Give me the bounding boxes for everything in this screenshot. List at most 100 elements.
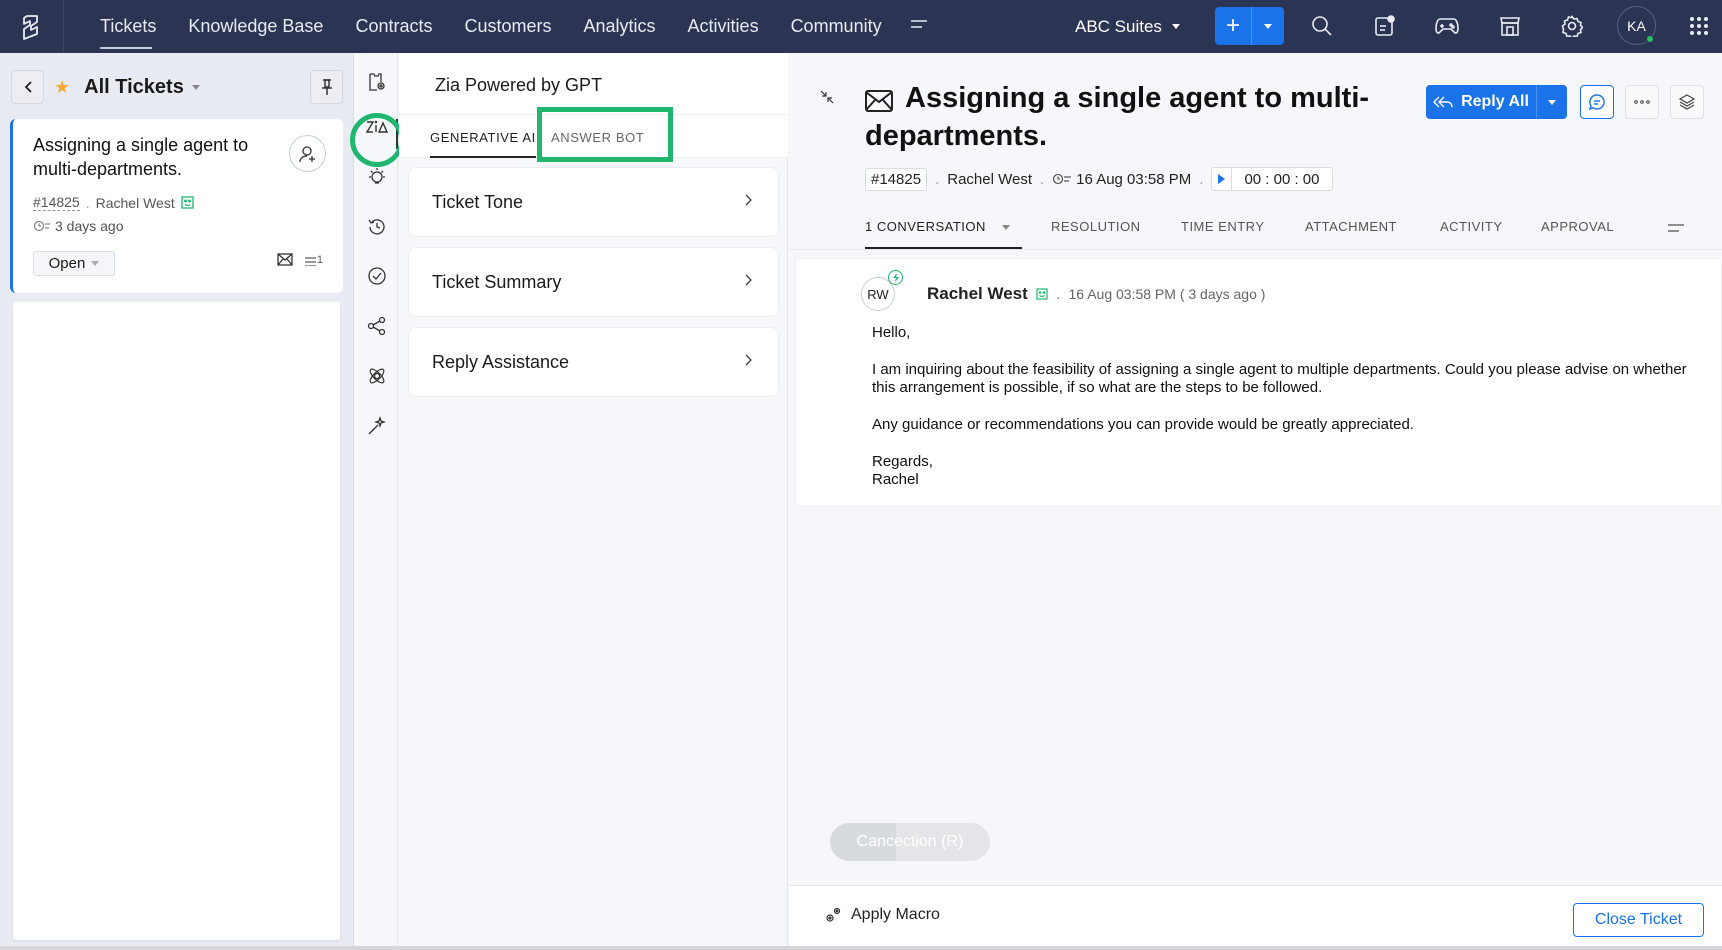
timer-value: 00 : 00 : 00	[1244, 170, 1320, 188]
nav-knowledge-base[interactable]: Knowledge Base	[172, 0, 339, 53]
back-button[interactable]	[11, 70, 44, 104]
contact-name[interactable]: Rachel West	[96, 195, 175, 211]
history-icon[interactable]	[364, 214, 390, 240]
ticket-meta-row: #14825 . Rachel West . 16 Aug 03:58 PM .…	[865, 167, 1333, 191]
nav-customers[interactable]: Customers	[448, 0, 567, 53]
right-rail	[355, 53, 398, 950]
tab-resolution[interactable]: RESOLUTION	[1051, 219, 1141, 234]
created-time: 16 Aug 03:58 PM	[1076, 170, 1192, 188]
notifications-icon[interactable]	[1370, 11, 1400, 41]
search-icon[interactable]	[1307, 11, 1337, 41]
status-value: Open	[48, 255, 86, 272]
conversation-thread: RW Rachel West . 16 Aug 03:58 PM ( 3 day…	[795, 258, 1722, 507]
chevron-left-icon	[24, 81, 32, 93]
channel-badge-icon	[888, 270, 903, 285]
comment-icon	[1588, 94, 1605, 111]
message-body: Hello, I am inquiring about the feasibil…	[872, 324, 1687, 488]
ticket-card[interactable]: Assigning a single agent to multi-depart…	[10, 119, 343, 293]
add-icon[interactable]: +	[1215, 7, 1252, 45]
user-avatar[interactable]: KA	[1617, 6, 1656, 45]
apps-grid-icon[interactable]	[1684, 11, 1714, 41]
comment-button[interactable]	[1580, 85, 1614, 119]
ticket-tabs: 1 CONVERSATION RESOLUTION TIME ENTRY ATT…	[789, 203, 1722, 250]
top-navigation: Tickets Knowledge Base Contracts Custome…	[0, 0, 1722, 53]
message-timestamp: 16 Aug 03:58 PM ( 3 days ago )	[1068, 286, 1266, 302]
assign-agent-button[interactable]	[289, 135, 326, 172]
star-icon[interactable]: ★	[54, 77, 70, 98]
ticket-id[interactable]: #14825	[33, 194, 80, 211]
chevron-right-icon	[744, 273, 778, 292]
zia-item-ticket-summary[interactable]: Ticket Summary	[408, 247, 779, 317]
tab-conversation[interactable]: 1 CONVERSATION	[865, 219, 1023, 249]
zia-item-ticket-tone[interactable]: Ticket Tone	[408, 167, 779, 237]
layers-icon	[1679, 94, 1695, 110]
settings-icon[interactable]	[1557, 11, 1587, 41]
nav-activities[interactable]: Activities	[672, 0, 775, 53]
magic-wand-icon[interactable]	[364, 413, 390, 439]
ticket-settings-icon[interactable]	[364, 69, 390, 95]
layers-button[interactable]	[1670, 85, 1704, 119]
desk-logo-icon[interactable]	[0, 0, 64, 53]
atom-icon[interactable]	[364, 363, 390, 389]
ticket-list-panel: ★ All Tickets Assigning a single agent t…	[0, 53, 354, 950]
contact-name[interactable]: Rachel West	[947, 171, 1032, 188]
ticket-detail: Assigning a single agent to multi-depart…	[789, 53, 1722, 950]
chevron-down-icon	[1002, 225, 1011, 231]
gamescope-icon[interactable]	[1432, 11, 1462, 41]
reply-dropdown-button[interactable]	[1537, 85, 1567, 119]
add-new-split-button: +	[1215, 7, 1284, 45]
marketplace-icon[interactable]	[1495, 11, 1525, 41]
tab-answer-bot[interactable]: ANSWER BOT	[551, 130, 644, 145]
bulb-icon[interactable]	[364, 164, 390, 190]
reply-all-button[interactable]: Reply All	[1426, 85, 1537, 119]
view-selector[interactable]: All Tickets	[84, 76, 200, 99]
tab-approval[interactable]: APPROVAL	[1541, 219, 1614, 234]
sender-line: Rachel West . 16 Aug 03:58 PM ( 3 days a…	[927, 284, 1266, 304]
sender-name[interactable]: Rachel West	[927, 284, 1028, 304]
chevron-right-icon	[744, 353, 778, 372]
list-header: ★ All Tickets	[11, 68, 343, 106]
tab-attachment[interactable]: ATTACHMENT	[1305, 219, 1397, 234]
tab-activity[interactable]: ACTIVITY	[1440, 219, 1503, 234]
play-icon[interactable]	[1212, 168, 1233, 190]
more-actions-button[interactable]	[1625, 85, 1659, 119]
org-selector[interactable]: ABC Suites	[1075, 0, 1180, 53]
chevron-down-icon	[1264, 23, 1272, 29]
zia-icon[interactable]	[364, 114, 390, 140]
zia-header: Zia Powered by GPT	[399, 53, 788, 115]
floating-action-pill[interactable]: Cancection (R)	[830, 823, 990, 861]
email-channel-icon	[277, 253, 293, 266]
pin-button[interactable]	[310, 70, 343, 104]
timer: 00 : 00 : 00	[1211, 167, 1333, 191]
add-dropdown-button[interactable]	[1252, 7, 1284, 45]
pin-icon	[321, 79, 332, 95]
collapse-icon[interactable]	[819, 89, 835, 105]
ticket-meta: #14825 . Rachel West	[33, 194, 194, 211]
ticket-id[interactable]: #14825	[865, 167, 928, 191]
status-dropdown[interactable]: Open	[33, 251, 115, 276]
apply-macro-button[interactable]: Apply Macro	[825, 906, 940, 924]
zia-panel: Zia Powered by GPT GENERATIVE AI ANSWER …	[399, 53, 788, 950]
online-status-dot	[1646, 35, 1654, 43]
nav-tickets[interactable]: Tickets	[80, 0, 172, 53]
check-circle-icon[interactable]	[364, 263, 390, 289]
zia-item-reply-assistance[interactable]: Reply Assistance	[408, 327, 779, 397]
share-icon[interactable]	[364, 313, 390, 339]
close-ticket-button[interactable]: Close Ticket	[1573, 903, 1704, 937]
happy-sentiment-icon	[1036, 288, 1048, 300]
nav-analytics[interactable]: Analytics	[568, 0, 672, 53]
tab-time-entry[interactable]: TIME ENTRY	[1181, 219, 1265, 234]
chevron-down-icon	[1171, 24, 1180, 29]
nav-contracts[interactable]: Contracts	[339, 0, 448, 53]
nav-community[interactable]: Community	[775, 0, 898, 53]
chevron-right-icon	[744, 193, 778, 212]
chevron-down-icon	[191, 84, 200, 90]
more-icon	[1634, 100, 1650, 104]
add-user-icon	[298, 145, 315, 162]
thread-count: 1	[304, 254, 323, 266]
user-initials: KA	[1627, 17, 1646, 34]
more-menu-icon[interactable]	[910, 17, 928, 36]
tab-generative-ai[interactable]: GENERATIVE AI	[430, 130, 536, 158]
tabs-more-icon[interactable]	[1667, 221, 1685, 239]
reply-all-icon	[1433, 96, 1453, 108]
